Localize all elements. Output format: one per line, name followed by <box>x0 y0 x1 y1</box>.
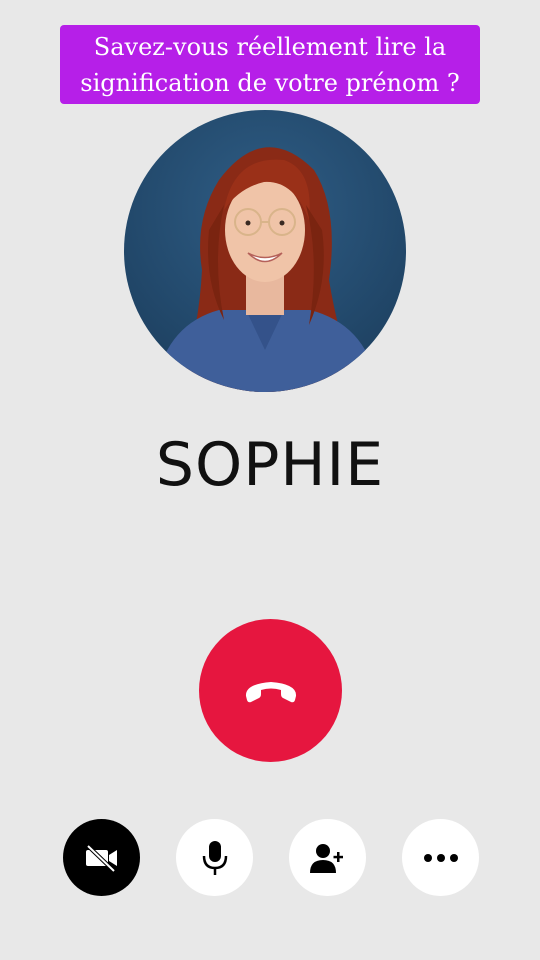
caller-name: SOPHIE <box>155 430 385 500</box>
banner-line-1: Savez-vous réellement lire la <box>93 33 447 61</box>
add-participant-button[interactable] <box>289 819 366 896</box>
promo-banner: Savez-vous réellement lire la significat… <box>60 25 480 104</box>
video-off-icon <box>85 844 117 872</box>
end-call-button[interactable] <box>199 619 342 762</box>
more-icon <box>423 853 458 862</box>
caller-avatar <box>124 110 406 392</box>
more-options-button[interactable] <box>402 819 479 896</box>
video-toggle-button[interactable] <box>63 819 140 896</box>
mute-button[interactable] <box>176 819 253 896</box>
add-person-icon <box>309 843 343 873</box>
hang-up-icon <box>245 681 296 702</box>
banner-line-2: signification de votre prénom ? <box>80 69 460 97</box>
microphone-icon <box>202 840 227 875</box>
